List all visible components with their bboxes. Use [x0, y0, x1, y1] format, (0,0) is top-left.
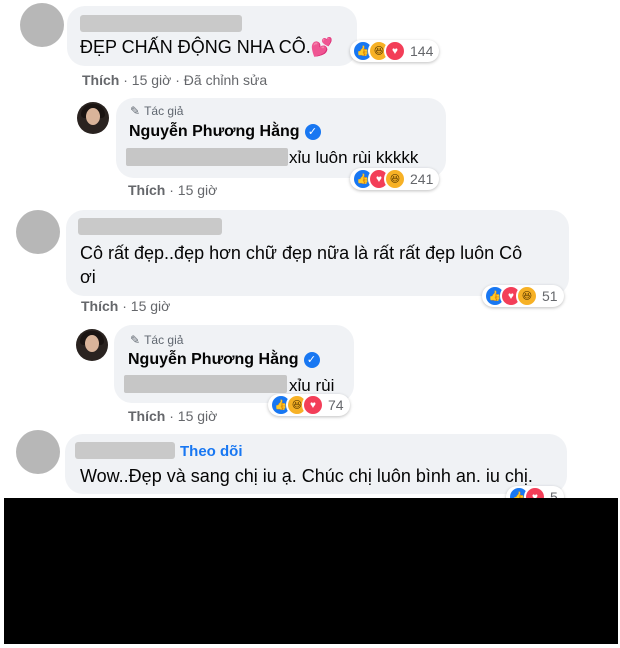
comment-text: ĐẸP CHẤN ĐỘNG NHA CÔ.💕: [80, 37, 334, 57]
comment-text-line-2: ơi: [80, 267, 96, 287]
haha-icon: 😆: [516, 285, 538, 307]
redacted-mention: [126, 148, 288, 166]
comment-actions: Thích · 15 giờ · Đã chỉnh sửa: [82, 72, 268, 88]
commenter-avatar[interactable]: [16, 430, 60, 474]
hearts-emoji: 💕: [310, 37, 334, 57]
follow-link[interactable]: Theo dõi: [180, 443, 243, 460]
redacted-commenter-name: [78, 218, 222, 235]
like-action[interactable]: Thích: [82, 72, 119, 88]
redacted-commenter-name: [75, 442, 175, 459]
reaction-count: 144: [410, 43, 434, 59]
reaction-summary[interactable]: 👍 😆 ♥ 74: [268, 394, 350, 416]
author-badge-label: Tác giả: [144, 333, 184, 347]
love-icon: ♥: [384, 40, 406, 62]
blacked-out-region: [4, 498, 618, 644]
verified-badge-icon: ✓: [303, 352, 320, 368]
comment-actions: Thích · 15 giờ: [81, 298, 171, 314]
commenter-avatar[interactable]: [16, 210, 60, 254]
author-avatar[interactable]: [77, 102, 109, 134]
author-badge-label: Tác giả: [144, 104, 184, 118]
verified-badge-icon: ✓: [304, 124, 321, 140]
reply-author-name[interactable]: Nguyễn Phương Hằng ✓: [129, 123, 321, 141]
reply-time[interactable]: 15 giờ: [178, 182, 218, 198]
comment-time[interactable]: 15 giờ: [132, 72, 172, 88]
love-icon: ♥: [302, 394, 324, 416]
pencil-icon: ✎: [130, 333, 141, 347]
author-name-text[interactable]: Nguyễn Phương Hằng: [128, 351, 299, 369]
like-action[interactable]: Thích: [128, 408, 165, 424]
author-badge: ✎ Tác giả: [130, 333, 183, 347]
like-action[interactable]: Thích: [81, 298, 118, 314]
redacted-mention: [124, 375, 287, 393]
pencil-icon: ✎: [130, 104, 141, 118]
reaction-summary[interactable]: 👍 😆 ♥ 144: [350, 40, 440, 62]
reaction-count: 74: [328, 397, 344, 413]
comment-time[interactable]: 15 giờ: [131, 298, 171, 314]
author-badge: ✎ Tác giả: [130, 104, 183, 118]
edited-label: Đã chỉnh sửa: [183, 72, 268, 88]
like-action[interactable]: Thích: [128, 182, 165, 198]
reaction-count: 241: [410, 171, 434, 187]
reaction-summary[interactable]: 👍 ♥ 😆 241: [350, 168, 440, 190]
reply-actions: Thích · 15 giờ: [128, 408, 218, 424]
author-name-text[interactable]: Nguyễn Phương Hằng: [129, 123, 300, 141]
author-avatar[interactable]: [76, 329, 108, 361]
reply-author-name[interactable]: Nguyễn Phương Hằng ✓: [128, 351, 320, 369]
redacted-commenter-name: [80, 15, 242, 32]
reaction-summary[interactable]: 👍 ♥ 😆 51: [482, 285, 564, 307]
comment-text: Wow..Đẹp và sang chị iu ạ. Chúc chị luôn…: [80, 466, 533, 486]
haha-icon: 😆: [384, 168, 406, 190]
reply-time[interactable]: 15 giờ: [178, 408, 218, 424]
comment-text-line-1: Cô rất đẹp..đẹp hơn chữ đẹp nữa là rất r…: [80, 243, 523, 263]
reply-actions: Thích · 15 giờ: [128, 182, 218, 198]
commenter-avatar[interactable]: [20, 3, 64, 47]
reaction-count: 51: [542, 288, 558, 304]
